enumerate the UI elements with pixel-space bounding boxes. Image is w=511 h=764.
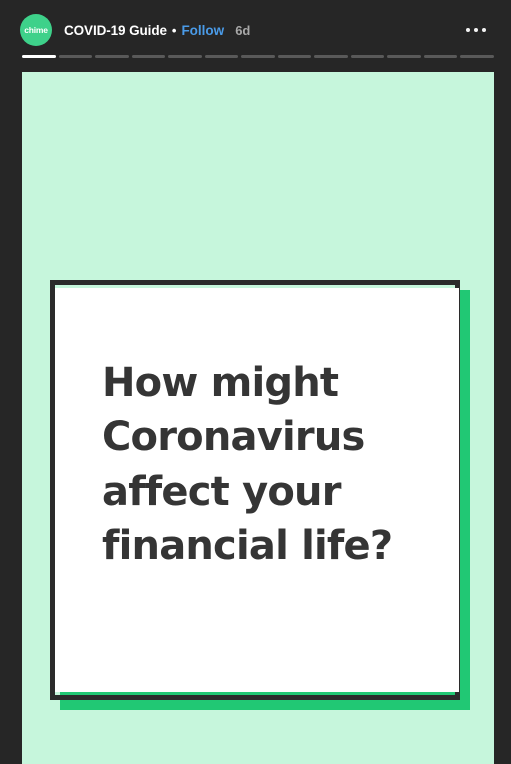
ellipsis-dot <box>474 28 478 32</box>
ellipsis-horizontal-icon[interactable] <box>459 15 493 45</box>
headline-card: How might Coronavirus affect your financ… <box>50 280 470 710</box>
progress-segment-4[interactable] <box>131 55 166 58</box>
ellipsis-dot <box>482 28 486 32</box>
progress-segment-11[interactable] <box>387 55 421 58</box>
progress-segment-2[interactable] <box>58 55 93 58</box>
story-timestamp: 6d <box>235 22 251 38</box>
progress-segment-8[interactable] <box>277 55 312 58</box>
avatar[interactable]: chime <box>20 14 52 46</box>
progress-segment-12[interactable] <box>423 55 458 58</box>
progress-segment-7[interactable] <box>241 55 275 58</box>
ellipsis-dot <box>466 28 470 32</box>
story-progress-bar <box>22 55 494 58</box>
progress-segment-6[interactable] <box>204 55 239 58</box>
meta-separator-dot: • <box>171 22 177 38</box>
progress-segment-13[interactable] <box>460 55 494 58</box>
instagram-story-viewer: chime COVID-19 Guide • Follow 6d How mig… <box>0 0 511 764</box>
progress-segment-10[interactable] <box>350 55 385 58</box>
card-headline-text: How might Coronavirus affect your financ… <box>102 360 393 570</box>
progress-segment-5[interactable] <box>168 55 202 58</box>
header-meta: COVID-19 Guide • Follow 6d <box>64 23 459 38</box>
progress-segment-1[interactable] <box>22 55 56 58</box>
progress-segment-3[interactable] <box>95 55 129 58</box>
story-header: chime COVID-19 Guide • Follow 6d <box>0 0 511 60</box>
follow-button[interactable]: Follow <box>181 23 224 38</box>
story-media-canvas[interactable]: How might Coronavirus affect your financ… <box>22 72 494 764</box>
avatar-brand-label: chime <box>24 24 48 35</box>
progress-segment-9[interactable] <box>314 55 348 58</box>
account-name[interactable]: COVID-19 Guide <box>64 23 167 38</box>
card-body: How might Coronavirus affect your financ… <box>55 288 459 692</box>
